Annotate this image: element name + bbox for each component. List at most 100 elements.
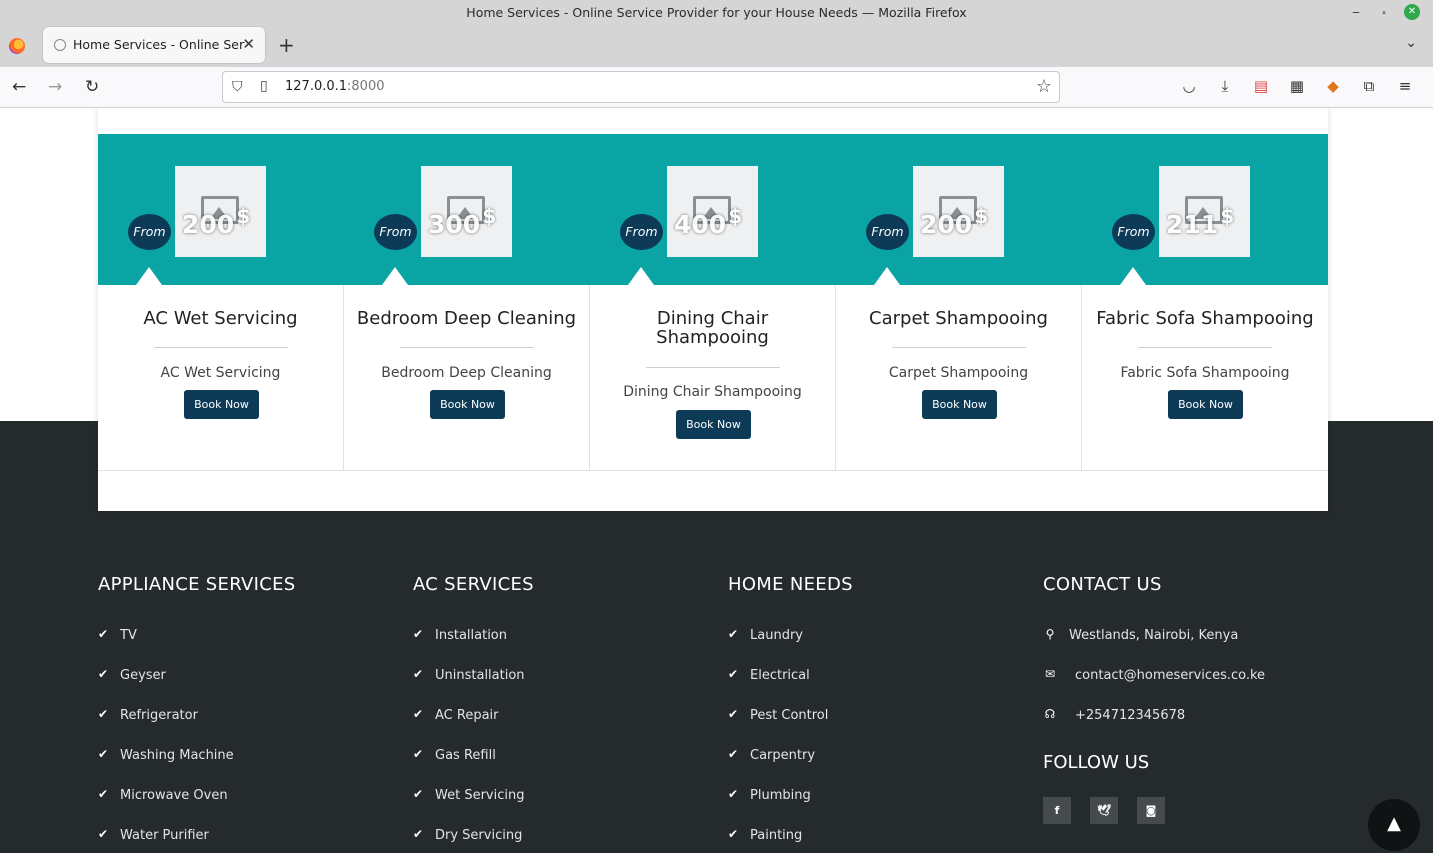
divider xyxy=(892,347,1026,348)
url-port: :8000 xyxy=(347,79,385,94)
price: 200 $ xyxy=(920,204,988,239)
footer-list: ✔ TV ✔ Geyser ✔ Refrigerator ✔ Washing Machi… xyxy=(98,627,296,853)
book-now-button[interactable]: Book Now xyxy=(922,390,997,419)
footer-link[interactable]: ✔ Uninstallation xyxy=(413,667,534,708)
footer-link-label: Pest Control xyxy=(750,708,829,723)
footer-heading: HOME NEEDS xyxy=(728,574,853,595)
book-now-button[interactable]: Book Now xyxy=(430,390,505,419)
check-icon: ✔ xyxy=(413,747,424,761)
price-value: 400 xyxy=(674,210,727,239)
check-icon: ✔ xyxy=(728,827,739,841)
url-bar[interactable]: ⛉ ▯ 127.0.0.1:8000 ☆ xyxy=(222,71,1060,103)
book-now-button[interactable]: Book Now xyxy=(676,410,751,439)
from-badge: From xyxy=(374,214,417,250)
footer-link-label: Carpentry xyxy=(750,748,816,763)
chevron-down-icon[interactable]: ⌄ xyxy=(1405,35,1417,51)
contact-phone[interactable]: ☊ +254712345678 xyxy=(1043,707,1265,748)
service-name: AC Wet Servicing xyxy=(143,308,298,329)
footer-link-label: Plumbing xyxy=(750,788,811,803)
currency: $ xyxy=(236,204,251,228)
restore-icon[interactable]: ⬞ xyxy=(1376,4,1392,20)
back-icon[interactable]: ← xyxy=(12,77,26,97)
footer-link[interactable]: ✔ Microwave Oven xyxy=(98,787,296,828)
qr-extension-icon[interactable]: ▦ xyxy=(1288,77,1306,95)
download-icon[interactable]: ⤓ xyxy=(1216,77,1234,95)
check-icon: ✔ xyxy=(98,627,109,641)
price-value: 300 xyxy=(428,210,481,239)
footer-link[interactable]: ✔ Water Purifier xyxy=(98,827,296,853)
reload-icon[interactable]: ↻ xyxy=(85,77,99,97)
currency: $ xyxy=(1220,204,1235,228)
footer-link-label: Uninstallation xyxy=(435,668,525,683)
contact-list: ⚲ Westlands, Nairobi, Kenya ✉ contact@home… xyxy=(1043,627,1266,748)
minimize-icon[interactable]: ‒ xyxy=(1348,4,1364,20)
check-icon: ✔ xyxy=(98,827,109,841)
browser-tab[interactable]: Home Services - Online Service Provider … xyxy=(43,27,265,63)
footer-link[interactable]: ✔ TV xyxy=(98,627,296,668)
footer-link[interactable]: ✔ Pest Control xyxy=(728,707,853,748)
footer-link[interactable]: ✔ Gas Refill xyxy=(413,747,534,788)
close-window-icon[interactable]: ✕ xyxy=(1404,4,1420,20)
check-icon: ✔ xyxy=(98,747,109,761)
footer-link[interactable]: ✔ Geyser xyxy=(98,667,296,708)
footer-link[interactable]: ✔ AC Repair xyxy=(413,707,534,748)
service-description: AC Wet Servicing xyxy=(160,365,281,381)
footer-link[interactable]: ✔ Dry Servicing xyxy=(413,827,534,853)
service-description: Bedroom Deep Cleaning xyxy=(381,365,552,381)
check-icon: ✔ xyxy=(413,787,424,801)
services-container: From 200 $ AC Wet Servicing AC Wet Servic… xyxy=(98,108,1328,511)
close-tab-icon[interactable]: ✕ xyxy=(242,35,255,53)
divider xyxy=(646,367,780,368)
price: 300 $ xyxy=(428,204,496,239)
firefox-logo-icon xyxy=(9,38,25,54)
footer-link-label: AC Repair xyxy=(435,708,499,723)
footer-link[interactable]: ✔ Painting xyxy=(728,827,853,853)
book-now-button[interactable]: Book Now xyxy=(1168,390,1243,419)
footer-col-appliance: APPLIANCE SERVICES ✔ TV ✔ Geyser ✔ Refriger… xyxy=(98,574,296,853)
footer-list: ✔ Laundry ✔ Electrical ✔ Pest Control ✔ Carp… xyxy=(728,627,853,853)
new-tab-icon[interactable]: + xyxy=(278,33,295,57)
contact-email[interactable]: ✉ contact@homeservices.co.ke xyxy=(1043,667,1266,708)
footer-link-label: Installation xyxy=(435,628,508,643)
notch xyxy=(382,267,408,285)
footer-link[interactable]: ✔ Washing Machine xyxy=(98,747,296,788)
card-body: AC Wet Servicing AC Wet Servicing Book N… xyxy=(98,285,344,471)
footer-link[interactable]: ✔ Plumbing xyxy=(728,787,853,828)
footer-link-label: Laundry xyxy=(750,628,803,643)
footer-link-label: Dry Servicing xyxy=(435,828,523,843)
footer-link[interactable]: ✔ Electrical xyxy=(728,667,853,708)
metamask-icon[interactable]: ◆ xyxy=(1324,77,1342,95)
service-card: From 200 $ AC Wet Servicing AC Wet Servic… xyxy=(98,108,344,471)
check-icon: ✔ xyxy=(728,787,739,801)
window-titlebar: Home Services - Online Service Provider … xyxy=(0,0,1433,25)
instagram-icon[interactable]: ◙ xyxy=(1137,797,1165,824)
footer-link[interactable]: ✔ Carpentry xyxy=(728,747,853,788)
card-body: Carpet Shampooing Carpet Shampooing Book… xyxy=(836,285,1082,471)
pocket-icon[interactable]: ◡ xyxy=(1180,77,1198,95)
footer-link-label: TV xyxy=(120,628,137,643)
book-now-button[interactable]: Book Now xyxy=(184,390,259,419)
url-text[interactable]: 127.0.0.1:8000 xyxy=(285,79,385,94)
card-body: Bedroom Deep Cleaning Bedroom Deep Clean… xyxy=(344,285,590,471)
facebook-icon[interactable]: f xyxy=(1043,797,1071,824)
scroll-to-top-button[interactable]: ▲ xyxy=(1368,799,1420,851)
map-marker-icon: ⚲ xyxy=(1045,627,1055,641)
email-text: contact@homeservices.co.ke xyxy=(1075,668,1266,683)
twitter-icon[interactable]: 🕊 xyxy=(1090,797,1118,824)
bookmark-star-icon[interactable]: ☆ xyxy=(1036,76,1052,97)
calendar-extension-icon[interactable]: ▤ xyxy=(1252,77,1270,95)
footer-link[interactable]: ✔ Installation xyxy=(413,627,534,668)
footer-link[interactable]: ✔ Refrigerator xyxy=(98,707,296,748)
forward-icon[interactable]: → xyxy=(48,77,62,97)
footer-link[interactable]: ✔ Laundry xyxy=(728,627,853,668)
footer-link[interactable]: ✔ Wet Servicing xyxy=(413,787,534,828)
contact-address: ⚲ Westlands, Nairobi, Kenya xyxy=(1043,627,1265,668)
price: 200 $ xyxy=(182,204,250,239)
extensions-icon[interactable]: ⧉ xyxy=(1360,77,1378,95)
footer-list: ✔ Installation ✔ Uninstallation ✔ AC Repair… xyxy=(413,627,534,853)
menu-icon[interactable]: ≡ xyxy=(1396,77,1414,95)
shield-icon[interactable]: ⛉ xyxy=(232,79,243,95)
check-icon: ✔ xyxy=(728,747,739,761)
window-title: Home Services - Online Service Provider … xyxy=(466,5,967,20)
footer-link-label: Gas Refill xyxy=(435,748,496,763)
